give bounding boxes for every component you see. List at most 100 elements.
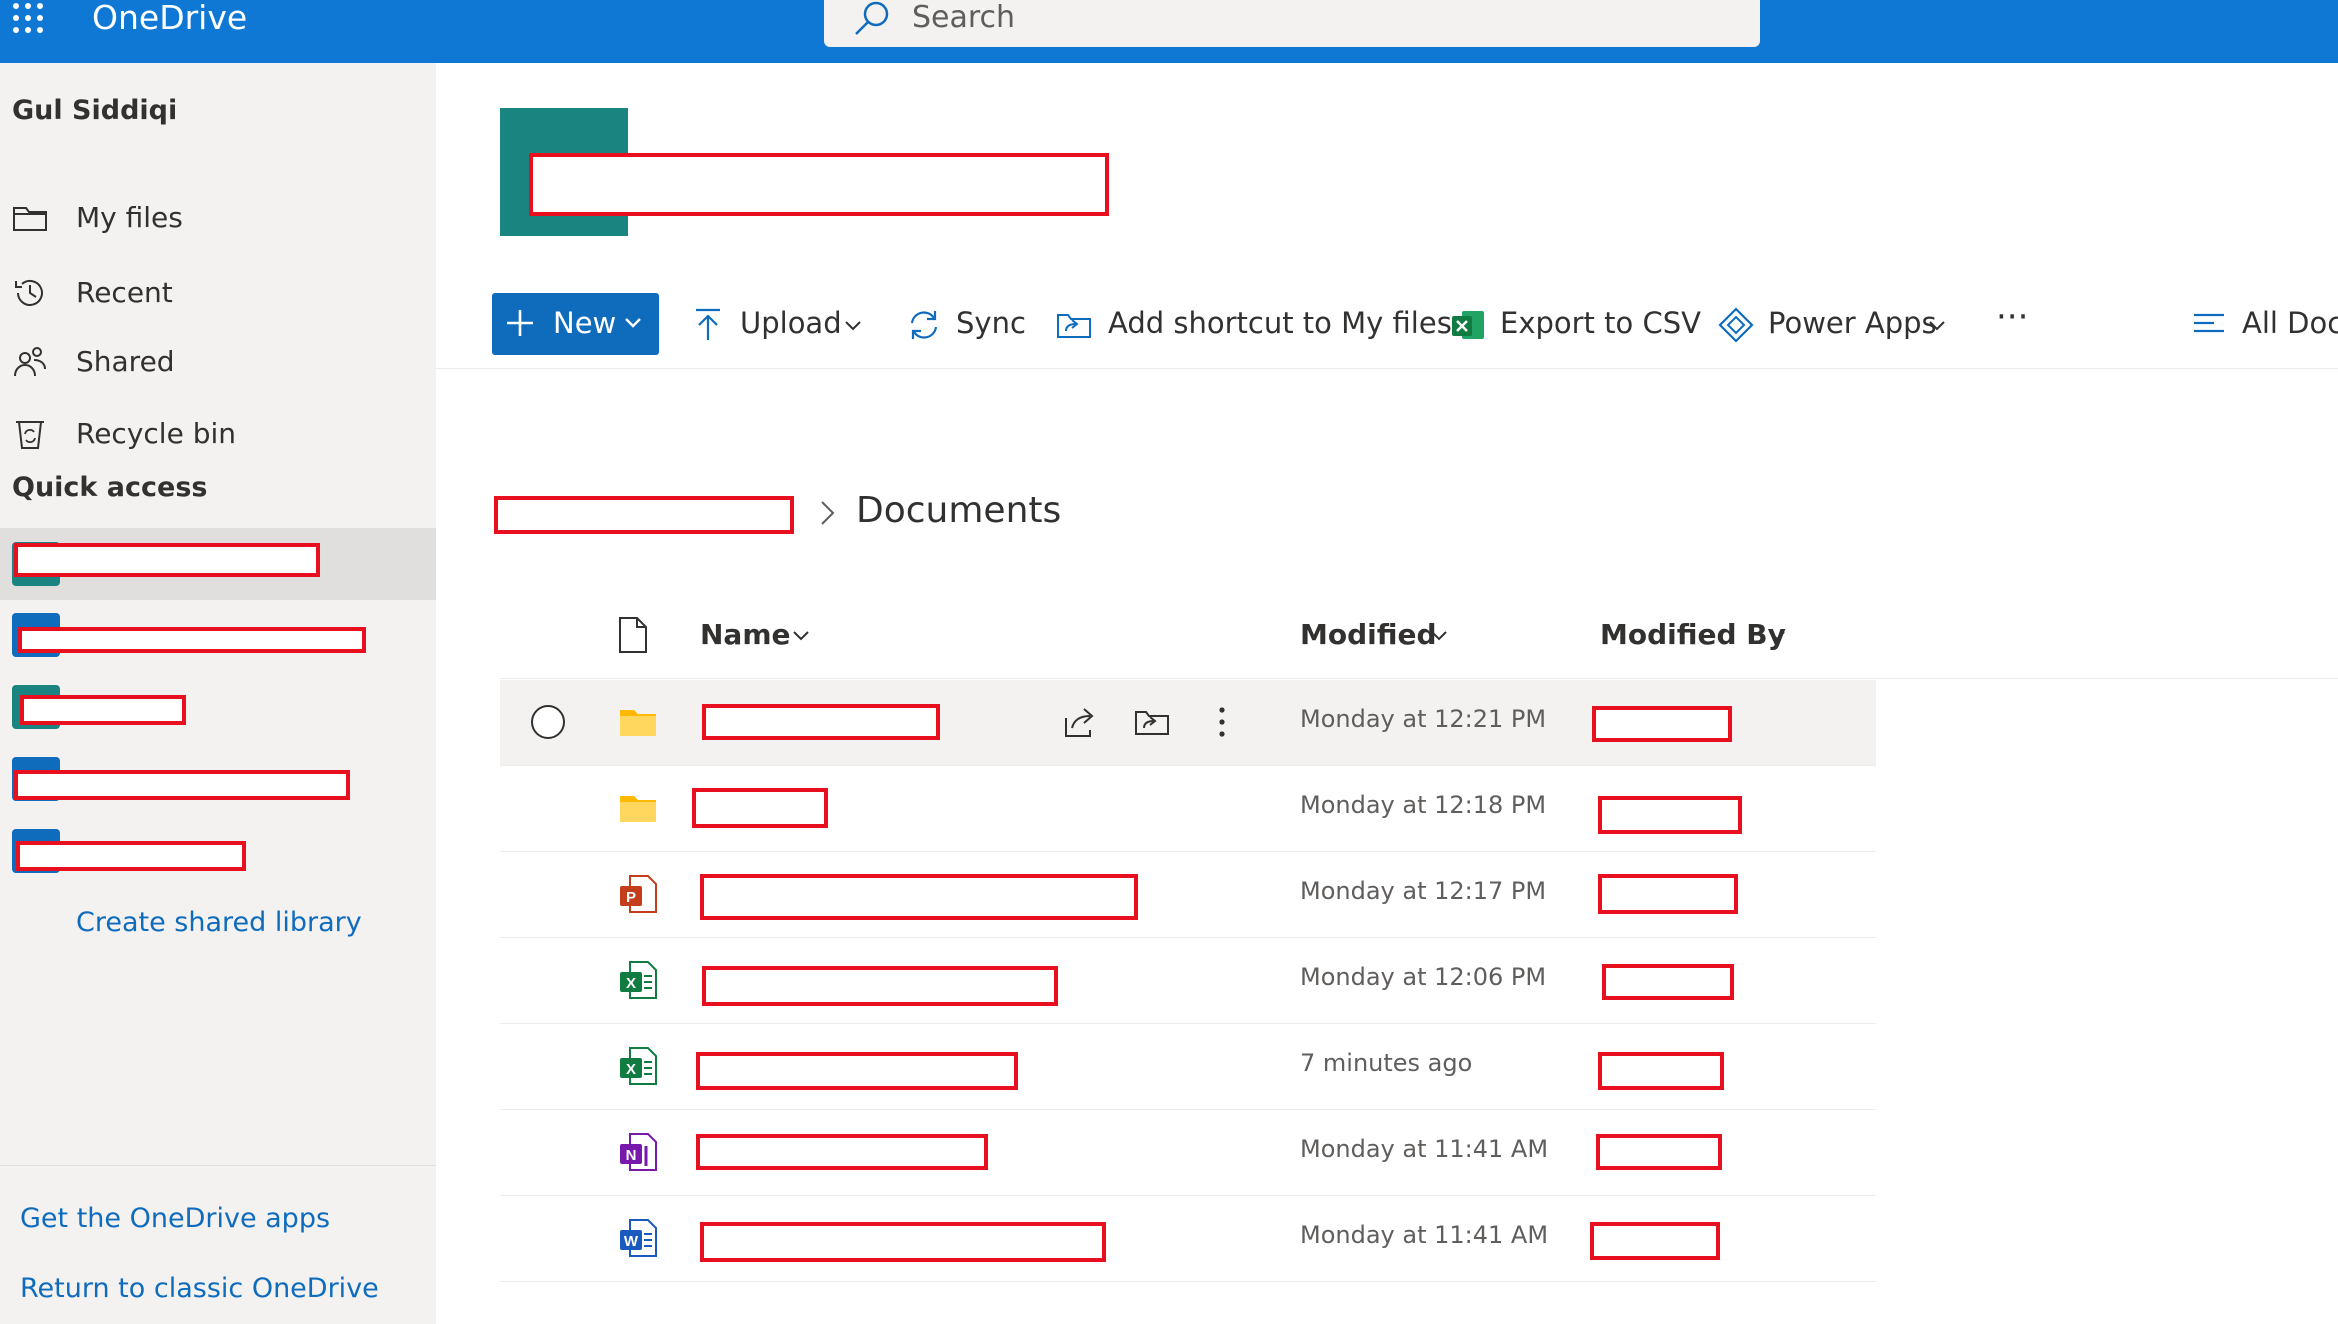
table-row[interactable]: Monday at 12:21 PM <box>500 680 1876 766</box>
search-input[interactable]: Search <box>912 0 1015 38</box>
redacted-file-name[interactable] <box>700 874 1138 920</box>
add-shortcut-label: Add shortcut to My files <box>1108 306 1452 340</box>
sidebar-item-label: Recent <box>76 276 173 309</box>
svg-text:P: P <box>626 889 636 906</box>
table-row[interactable]: P Monday at 12:17 PM <box>500 852 1876 938</box>
get-apps-link[interactable]: Get the OneDrive apps <box>20 1203 330 1234</box>
modified-date: Monday at 11:41 AM <box>1300 1135 1549 1163</box>
more-actions-label: ··· <box>1996 297 2029 337</box>
table-row[interactable]: X Monday at 12:06 PM <box>500 938 1876 1024</box>
sidebar-item-label: My files <box>76 201 183 234</box>
redacted-file-name[interactable] <box>700 1222 1106 1262</box>
quick-access-item[interactable] <box>0 528 436 600</box>
upload-label: Upload <box>740 306 842 340</box>
svg-text:X: X <box>626 1061 636 1078</box>
modified-date: Monday at 12:18 PM <box>1300 791 1547 819</box>
breadcrumb-current: Documents <box>856 490 1062 531</box>
excel-icon: X <box>618 1046 658 1086</box>
sidebar-item-recycle-bin[interactable]: Recycle bin <box>0 404 436 464</box>
power-apps-label: Power Apps <box>1768 306 1937 340</box>
excel-icon: X <box>618 960 658 1000</box>
folder-icon <box>618 702 658 742</box>
power-apps-button[interactable]: Power Apps <box>1718 293 1968 355</box>
view-options-button[interactable]: All Docu <box>2192 293 2338 355</box>
redacted-modified-by <box>1598 796 1742 834</box>
svg-text:X: X <box>626 975 636 992</box>
sidebar: Gul Siddiqi My files Recent Shared Recyc… <box>0 63 436 1324</box>
user-name: Gul Siddiqi <box>12 95 178 126</box>
redacted-label <box>14 543 320 577</box>
modified-date: 7 minutes ago <box>1300 1049 1473 1077</box>
word-icon: W <box>618 1218 658 1258</box>
create-shared-library-link[interactable]: Create shared library <box>76 907 362 938</box>
sidebar-item-shared[interactable]: Shared <box>0 332 436 392</box>
redacted-file-name[interactable] <box>696 1134 988 1170</box>
redacted-file-name[interactable] <box>702 966 1058 1006</box>
sidebar-item-my-files[interactable]: My files <box>0 188 436 248</box>
excel-icon <box>1450 307 1486 343</box>
redacted-modified-by <box>1598 874 1738 914</box>
view-list-icon <box>2192 309 2228 345</box>
modified-date: Monday at 12:17 PM <box>1300 877 1547 905</box>
upload-button[interactable]: Upload <box>690 293 870 355</box>
new-button[interactable]: New <box>492 293 659 355</box>
modified-date: Monday at 12:06 PM <box>1300 963 1547 991</box>
chevron-right-icon <box>818 498 838 528</box>
onenote-icon: N <box>618 1132 658 1172</box>
add-shortcut-button[interactable]: Add shortcut to My files <box>1056 293 1452 355</box>
folder-shortcut-icon[interactable] <box>1134 704 1170 740</box>
redacted-modified-by <box>1592 706 1732 742</box>
file-type-icon[interactable] <box>618 616 648 654</box>
table-row[interactable]: N Monday at 11:41 AM <box>500 1110 1876 1196</box>
quick-access-item[interactable] <box>0 819 436 891</box>
redacted-label <box>14 770 350 800</box>
return-classic-link[interactable]: Return to classic OneDrive <box>20 1273 379 1304</box>
redacted-label <box>18 627 366 653</box>
upload-icon <box>690 307 726 343</box>
app-title[interactable]: OneDrive <box>92 0 247 40</box>
chevron-down-icon <box>792 630 810 642</box>
more-options-icon[interactable] <box>1212 704 1232 740</box>
app-launcher-icon[interactable] <box>10 0 46 36</box>
quick-access-item[interactable] <box>0 675 436 747</box>
chevron-down-icon <box>1768 630 1786 642</box>
sidebar-item-label: Shared <box>76 345 175 378</box>
quick-access-item[interactable] <box>0 747 436 819</box>
history-icon <box>12 275 48 311</box>
export-csv-label: Export to CSV <box>1500 306 1701 340</box>
sidebar-item-label: Recycle bin <box>76 417 236 450</box>
table-row[interactable]: X 7 minutes ago <box>500 1024 1876 1110</box>
table-row[interactable]: Monday at 12:18 PM <box>500 766 1876 852</box>
people-icon <box>12 344 48 380</box>
divider <box>0 1165 436 1166</box>
quick-access-item[interactable] <box>0 603 436 675</box>
folder-shortcut-icon <box>1056 307 1092 343</box>
redacted-file-name[interactable] <box>692 788 828 828</box>
row-select-checkbox[interactable] <box>530 704 566 740</box>
view-options-label: All Docu <box>2242 306 2338 340</box>
sidebar-item-recent[interactable]: Recent <box>0 263 436 323</box>
powerpoint-icon: P <box>618 874 658 914</box>
modified-date: Monday at 11:41 AM <box>1300 1221 1549 1249</box>
redacted-modified-by <box>1602 964 1734 1000</box>
folder-icon <box>12 200 48 236</box>
search-box[interactable]: Search <box>824 0 1760 47</box>
chevron-down-icon <box>1928 320 1946 332</box>
command-bar: New Upload Sync Add shortcut to My files… <box>436 280 2338 369</box>
chevron-down-icon <box>1430 630 1448 642</box>
column-header-modified-by[interactable]: Modified By <box>1600 618 1786 651</box>
column-header-name[interactable]: Name <box>700 618 791 651</box>
share-icon[interactable] <box>1062 704 1098 740</box>
redacted-breadcrumb-root[interactable] <box>494 496 794 534</box>
redacted-modified-by <box>1598 1052 1724 1090</box>
table-row[interactable]: W Monday at 11:41 AM <box>500 1196 1876 1282</box>
redacted-file-name[interactable] <box>702 704 940 740</box>
list-header: Name Modified Modified By <box>500 600 2338 679</box>
recycle-bin-icon <box>12 416 48 452</box>
sync-button[interactable]: Sync <box>906 293 1026 355</box>
redacted-file-name[interactable] <box>696 1052 1018 1090</box>
chevron-down-icon <box>624 316 642 330</box>
more-actions-button[interactable]: ··· <box>1996 293 2056 355</box>
column-header-modified[interactable]: Modified <box>1300 618 1437 651</box>
export-csv-button[interactable]: Export to CSV <box>1450 293 1701 355</box>
